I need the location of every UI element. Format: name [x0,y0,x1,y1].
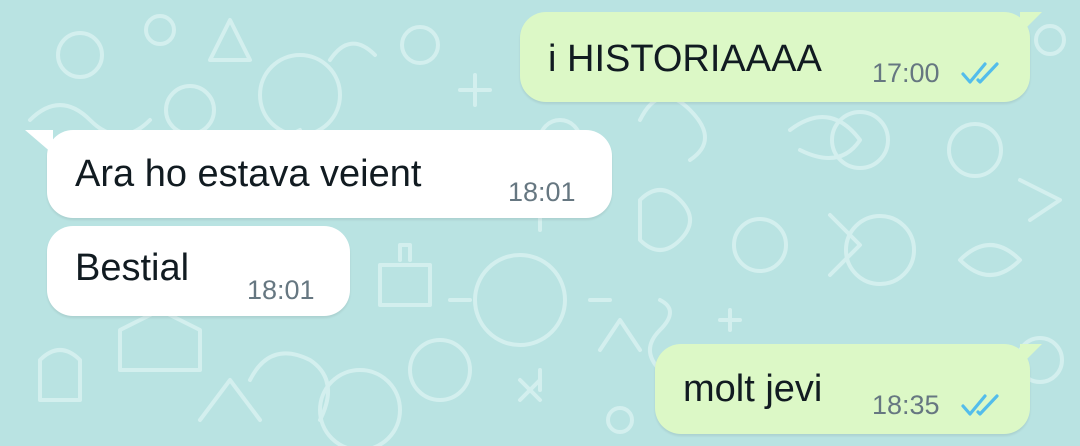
chat-background: i HISTORIAAAA 17:00 Ara ho estava veient… [0,0,1080,446]
message-text: Ara ho estava veient [75,153,422,195]
message-timestamp: 17:00 [872,58,940,88]
bubble-tail [1020,344,1042,366]
message-text: molt jevi [683,368,823,410]
message-timestamp: 18:01 [247,275,315,305]
message-outgoing[interactable]: i HISTORIAAAA 17:00 [520,12,1042,102]
message-incoming[interactable]: Ara ho estava veient 18:01 [25,130,612,218]
message-text: Bestial [75,247,190,289]
message-timestamp: 18:35 [872,390,940,420]
double-check-icon [961,394,999,416]
message-timestamp: 18:01 [508,177,576,207]
bubble-tail [1020,12,1042,34]
bubble-tail [25,130,53,154]
double-check-icon [961,62,999,84]
message-incoming[interactable]: Bestial 18:01 [47,226,350,316]
message-text: i HISTORIAAAA [548,38,822,80]
message-outgoing[interactable]: molt jevi 18:35 [655,344,1042,434]
